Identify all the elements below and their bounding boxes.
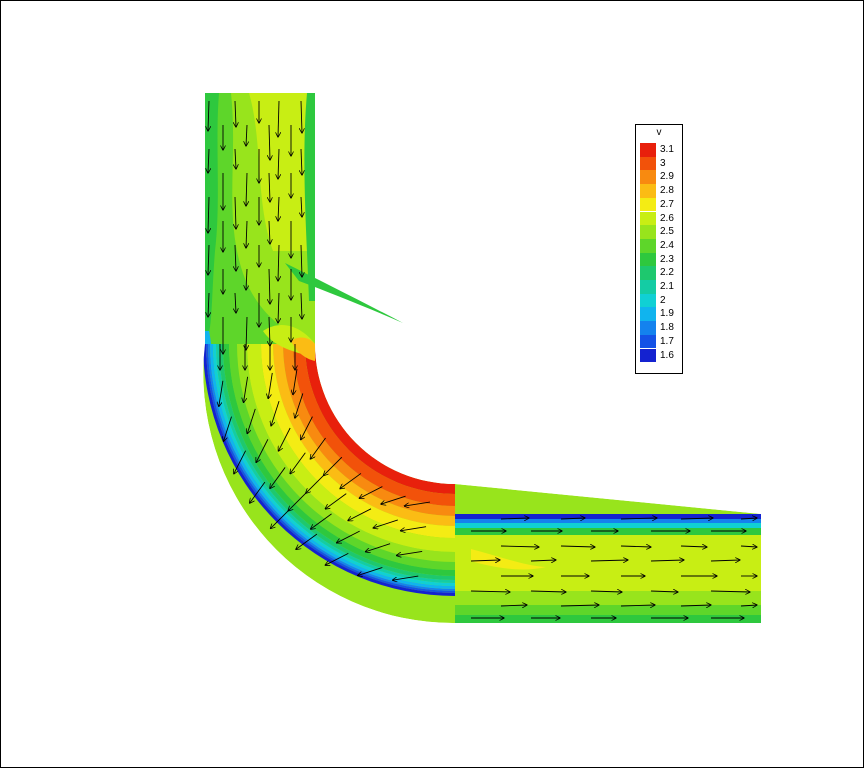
legend-label: 2.5 [660, 226, 674, 238]
legend-title: v [656, 127, 662, 138]
plot-frame: v 3.1 3 2.9 2.8 2.7 2.6 2.5 2.4 2.3 2.2 2.1 2 1.9 1.8… [0, 0, 864, 768]
legend-entry: 2 [640, 293, 682, 308]
legend-entry: 2.9 [640, 170, 682, 185]
legend-entry: 2.7 [640, 197, 682, 212]
legend-entry: 2.8 [640, 184, 682, 198]
legend-label: 2 [660, 294, 666, 306]
legend-entry: 2.5 [640, 225, 682, 239]
legend-entry: 2.6 [640, 211, 682, 226]
legend-entry: 1.8 [640, 321, 682, 335]
legend-label: 2.2 [660, 267, 674, 279]
legend-entry: 2.3 [640, 252, 682, 267]
legend-label: 2.6 [660, 212, 674, 224]
flow-field-plot [203, 93, 761, 624]
legend-swatch [640, 197, 656, 212]
contour-band [455, 591, 761, 605]
contour-band [455, 615, 761, 623]
legend-swatch [640, 293, 656, 308]
legend-label: 1.8 [660, 322, 674, 334]
legend-label: 2.3 [660, 253, 674, 265]
contour-band [455, 523, 761, 528]
legend-entry: 2.2 [640, 266, 682, 280]
legend-swatch [640, 321, 656, 335]
legend-swatch [640, 184, 656, 198]
legend-swatch [640, 225, 656, 239]
legend-label: 1.7 [660, 335, 674, 347]
legend-label: 2.9 [660, 171, 674, 183]
contour-band [455, 514, 761, 519]
legend-entry: 2.1 [640, 280, 682, 294]
legend-entry: 1.9 [640, 307, 682, 322]
legend-swatch [640, 143, 656, 157]
legend-label: 1.9 [660, 308, 674, 320]
legend-label: 3.1 [660, 144, 674, 155]
legend-label: 2.8 [660, 185, 674, 197]
legend-label: 3 [660, 157, 666, 169]
legend-label: 2.4 [660, 239, 674, 251]
contour-band [455, 519, 761, 523]
legend-swatch [640, 252, 656, 267]
legend-swatch [640, 280, 656, 294]
legend-swatch [640, 211, 656, 226]
contour-band [455, 535, 761, 546]
legend-swatch [640, 266, 656, 280]
legend-swatch [640, 156, 656, 171]
legend-swatch [640, 348, 656, 363]
legend-swatch [640, 334, 656, 349]
legend-label: 1.6 [660, 349, 674, 361]
legend-entry: 1.6 [640, 348, 682, 363]
legend-entry: 3.1 [640, 143, 682, 157]
legend-swatch [640, 307, 656, 322]
legend-swatch [640, 170, 656, 185]
legend-swatch [640, 238, 656, 253]
legend-label: 2.7 [660, 198, 674, 210]
legend-entry: 3 [640, 156, 682, 171]
legend-entry: 2.4 [640, 238, 682, 253]
legend-entry: 1.7 [640, 334, 682, 349]
contour-band [455, 528, 761, 535]
contour-band [455, 605, 761, 615]
color-legend: v 3.1 3 2.9 2.8 2.7 2.6 2.5 2.4 2.3 2.2 2.1 2 1.9 1.8… [635, 124, 683, 374]
legend-label: 2.1 [660, 281, 674, 292]
